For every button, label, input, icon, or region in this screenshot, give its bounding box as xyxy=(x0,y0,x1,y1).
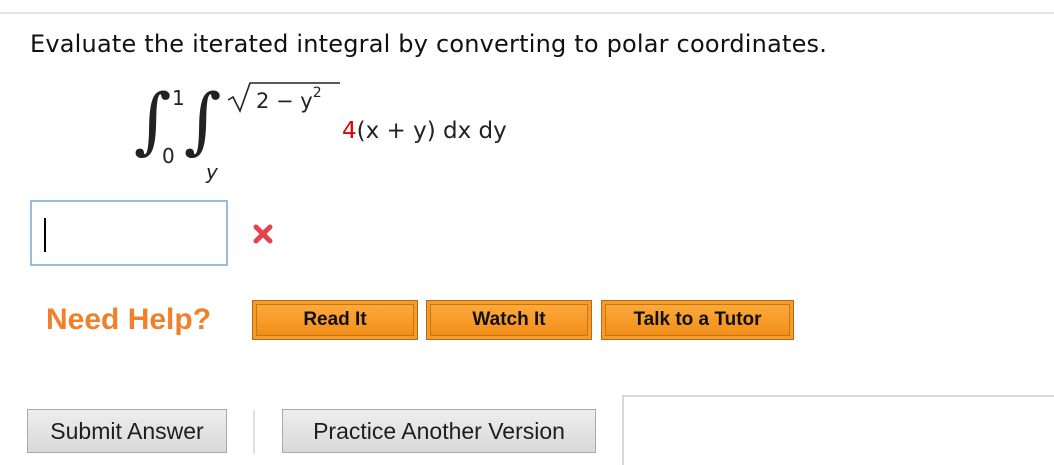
submit-answer-button[interactable]: Submit Answer xyxy=(27,409,227,453)
talk-to-tutor-label: Talk to a Tutor xyxy=(605,304,790,336)
talk-to-tutor-button[interactable]: Talk to a Tutor xyxy=(601,300,794,340)
radicand: 2 − y2 xyxy=(256,85,322,113)
practice-another-version-button[interactable]: Practice Another Version xyxy=(282,409,596,453)
radicand-base: 2 − y xyxy=(256,89,313,113)
outer-upper-limit: 1 xyxy=(172,86,185,110)
top-border xyxy=(0,0,1054,14)
text-caret xyxy=(44,218,46,252)
watch-it-button[interactable]: Watch It xyxy=(426,300,592,340)
read-it-label: Read It xyxy=(256,304,414,336)
outer-lower-limit: 0 xyxy=(162,144,175,168)
side-panel xyxy=(622,395,1054,465)
watch-it-label: Watch It xyxy=(430,304,588,336)
inner-integral-sign: ∫ xyxy=(184,78,222,162)
radicand-exponent: 2 xyxy=(312,85,322,101)
incorrect-x-icon xyxy=(253,224,273,244)
integral-expression: ∫ ∫ 1 0 y 2 − y2 4(x + y) dx dy xyxy=(130,80,590,190)
integrand-expression: (x + y) dx dy xyxy=(356,118,507,144)
need-help-label: Need Help? xyxy=(46,303,212,336)
read-it-button[interactable]: Read It xyxy=(252,300,418,340)
answer-input[interactable] xyxy=(30,200,228,266)
inner-lower-limit: y xyxy=(206,160,218,184)
integrand: 4(x + y) dx dy xyxy=(342,118,507,144)
button-divider xyxy=(253,410,255,454)
question-prompt: Evaluate the iterated integral by conver… xyxy=(30,30,828,58)
integrand-coefficient: 4 xyxy=(342,118,357,144)
